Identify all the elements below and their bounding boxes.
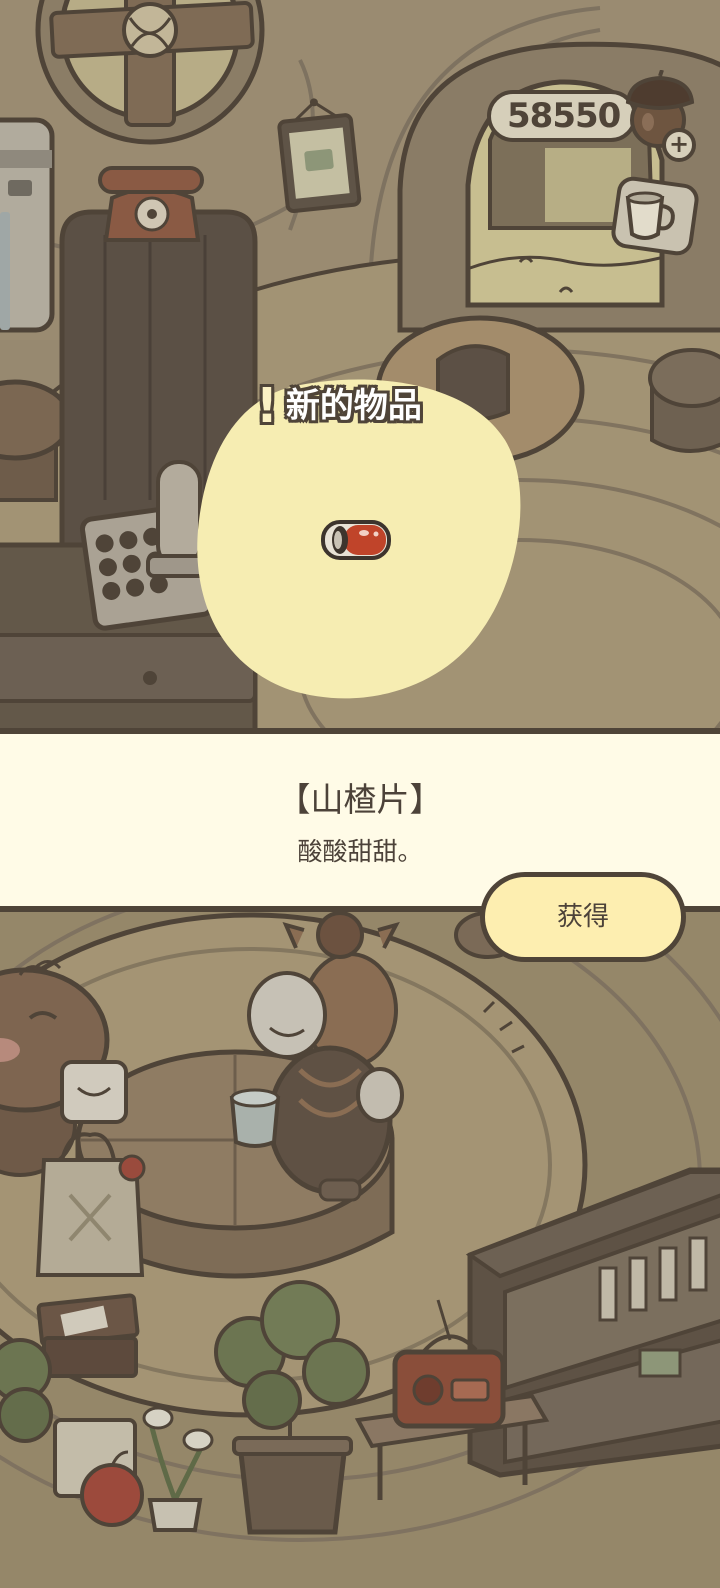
- add-coins-button[interactable]: +: [662, 128, 696, 162]
- teacup-icon[interactable]: [610, 176, 700, 256]
- coin-amount: 58550: [507, 96, 621, 136]
- red-berry: [118, 1154, 146, 1182]
- hawthorn-flakes-icon: [321, 520, 391, 560]
- plus-icon: +: [668, 130, 690, 158]
- book-stack: [36, 1293, 140, 1378]
- new-item-label: 新的物品: [285, 386, 422, 426]
- item-name: 【山楂片】: [277, 780, 443, 819]
- left-edge-tab: [0, 212, 10, 330]
- obtain-button-label: 获得: [556, 902, 609, 932]
- coin-counter: 58550: [487, 90, 637, 142]
- obtain-button[interactable]: 获得: [480, 872, 686, 962]
- new-item-title: ! 新的物品: [256, 378, 422, 434]
- stump-stool: [648, 348, 720, 453]
- greeting-card: [60, 1060, 128, 1124]
- exclamation-icon: !: [256, 378, 278, 434]
- telephone: [98, 166, 204, 242]
- water-glass: [229, 1088, 281, 1148]
- item-description: 酸酸甜甜。: [297, 837, 423, 866]
- side-plant: [0, 1338, 53, 1443]
